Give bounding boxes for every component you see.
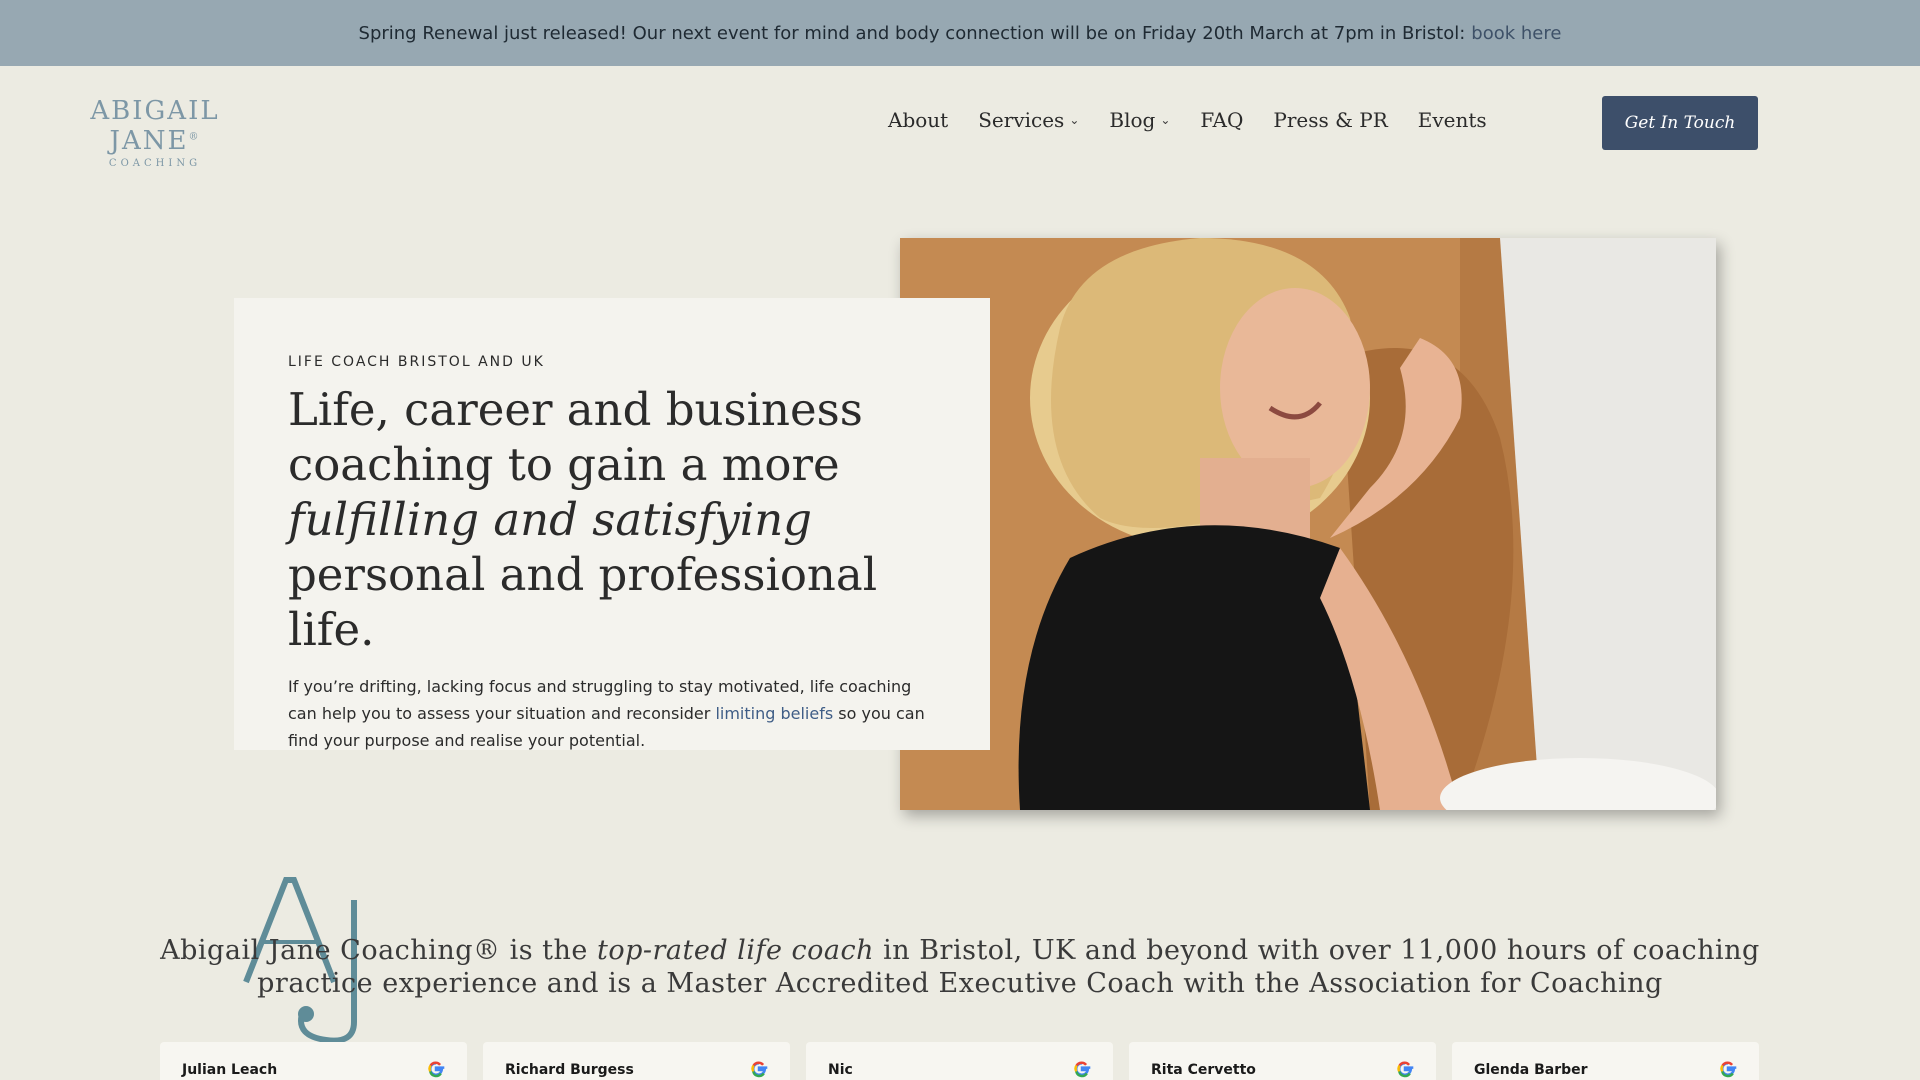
nav-blog[interactable]: Blog ⌄	[1109, 108, 1170, 132]
nav-about[interactable]: About	[888, 108, 948, 132]
book-here-link[interactable]: book here	[1471, 23, 1561, 44]
nav-press-pr[interactable]: Press & PR	[1273, 108, 1387, 132]
site-logo[interactable]: ABIGAIL JANE® COACHING	[44, 96, 266, 169]
get-in-touch-button[interactable]: Get In Touch	[1602, 96, 1758, 150]
nav-services[interactable]: Services ⌄	[978, 108, 1079, 132]
reviewer-name: Nic	[828, 1062, 853, 1078]
chevron-down-icon: ⌄	[1160, 113, 1171, 127]
reviewer-name: Glenda Barber	[1474, 1062, 1588, 1078]
hero-card: LIFE COACH BRISTOL AND UK Life, career a…	[234, 298, 990, 750]
headline-emphasis: fulfilling and satisfying	[288, 493, 812, 546]
reviews-strip: Julian Leach Richard Burgess Nic Rita Ce…	[160, 1042, 1759, 1080]
logo-wordmark: ABIGAIL JANE	[90, 96, 220, 156]
logo-subtitle: COACHING	[108, 158, 202, 169]
review-card[interactable]: Rita Cervetto	[1129, 1042, 1436, 1080]
tagline-emphasis: top-rated life coach	[596, 935, 874, 966]
nav-events[interactable]: Events	[1418, 108, 1487, 132]
chevron-down-icon: ⌄	[1069, 113, 1080, 127]
reviewer-name: Richard Burgess	[505, 1062, 634, 1078]
google-g-icon	[428, 1061, 445, 1078]
portrait-illustration	[900, 238, 1716, 810]
google-g-icon	[1074, 1061, 1091, 1078]
limiting-beliefs-link[interactable]: limiting beliefs	[715, 704, 833, 723]
reviewer-name: Julian Leach	[182, 1062, 278, 1078]
reviewer-name: Rita Cervetto	[1151, 1062, 1256, 1078]
hero-headline: Life, career and business coaching to ga…	[288, 383, 878, 656]
main-nav: About Services ⌄ Blog ⌄ FAQ Press & PR Eve…	[888, 108, 1487, 132]
review-card[interactable]: Julian Leach	[160, 1042, 467, 1080]
review-card[interactable]: Glenda Barber	[1452, 1042, 1759, 1080]
google-g-icon	[1397, 1061, 1414, 1078]
nav-faq[interactable]: FAQ	[1200, 108, 1243, 132]
logo-registered: ®	[188, 131, 201, 143]
hero-eyebrow: LIFE COACH BRISTOL AND UK	[288, 354, 545, 370]
announcement-text: Spring Renewal just released! Our next e…	[358, 22, 1466, 44]
tagline: Abigail Jane Coaching® is the top-rated …	[160, 935, 1760, 999]
review-card[interactable]: Richard Burgess	[483, 1042, 790, 1080]
hero-lede: If you’re drifting, lacking focus and st…	[288, 677, 925, 750]
announcement-bar: Spring Renewal just released! Our next e…	[0, 0, 1920, 66]
google-g-icon	[751, 1061, 768, 1078]
hero-photo	[900, 238, 1716, 810]
review-card[interactable]: Nic	[806, 1042, 1113, 1080]
google-g-icon	[1720, 1061, 1737, 1078]
